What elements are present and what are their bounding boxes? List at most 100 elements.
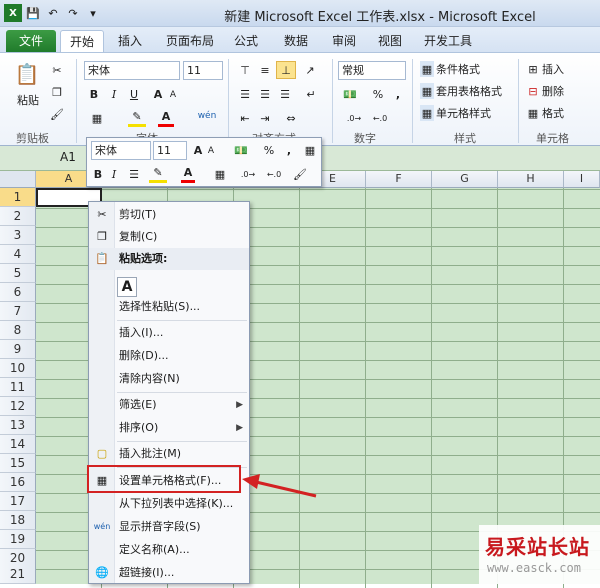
menu-item-cut[interactable]: ✂ 剪切(T) [89, 204, 249, 226]
row-header[interactable]: 13 [0, 416, 36, 435]
menu-item-show-phonetic[interactable]: wén 显示拼音字段(S) [89, 516, 249, 538]
row-header[interactable]: 12 [0, 397, 36, 416]
row-header[interactable]: 11 [0, 378, 36, 397]
mini-center-icon[interactable]: ☰ [125, 165, 143, 183]
mini-grow-font-button[interactable]: A [191, 141, 205, 159]
row-header[interactable]: 14 [0, 435, 36, 454]
phonetic-guide-button[interactable]: wén [196, 107, 218, 125]
align-top-icon[interactable]: ⊤ [236, 61, 254, 79]
mini-format-painter-icon[interactable]: 🖌 [291, 165, 309, 183]
column-header-h[interactable]: H [498, 171, 564, 188]
mini-font-size-combo[interactable]: 11 [153, 141, 187, 160]
tab-page-layout[interactable]: 页面布局 [160, 30, 220, 53]
bold-button[interactable]: B [86, 85, 102, 103]
mini-bold-button[interactable]: B [91, 165, 105, 183]
menu-item-insert-comment[interactable]: ▢ 插入批注(M) [89, 443, 249, 465]
fill-color-icon[interactable]: ✎ [128, 109, 146, 127]
row-header[interactable]: 19 [0, 530, 36, 549]
menu-item-copy[interactable]: ❐ 复制(C) [89, 226, 249, 248]
mini-fill-color-icon[interactable]: ✎ [149, 165, 167, 183]
menu-item-clear-contents[interactable]: 清除内容(N) [89, 368, 249, 390]
tab-insert[interactable]: 插入 [112, 30, 148, 53]
menu-item-sort[interactable]: 排序(O) ▶ [89, 417, 249, 439]
row-header[interactable]: 8 [0, 321, 36, 340]
mini-italic-button[interactable]: I [107, 165, 121, 183]
mini-font-color-button[interactable]: A [181, 165, 195, 183]
column-header-f[interactable]: F [366, 171, 432, 188]
mini-decrease-decimal-icon[interactable]: ←.0 [263, 165, 285, 183]
italic-button[interactable]: I [106, 85, 122, 103]
row-header[interactable]: 1 [0, 188, 36, 207]
number-format-combo[interactable]: 常规 [338, 61, 406, 80]
row-header[interactable]: 7 [0, 302, 36, 321]
align-left-icon[interactable]: ☰ [236, 85, 254, 103]
paste-icon[interactable]: 📋 [12, 59, 42, 89]
format-painter-icon[interactable]: 🖌 [48, 105, 66, 123]
column-header-i[interactable]: I [564, 171, 600, 188]
align-middle-icon[interactable]: ≡ [256, 61, 274, 79]
percent-button[interactable]: % [370, 85, 386, 103]
menu-item-delete[interactable]: 删除(D)... [89, 345, 249, 367]
wrap-text-icon[interactable]: ↵ [302, 85, 320, 103]
underline-button[interactable]: U [126, 85, 142, 103]
row-header[interactable]: 21 [0, 565, 36, 584]
select-all-corner[interactable] [0, 171, 36, 188]
tab-developer[interactable]: 开发工具 [420, 30, 476, 53]
tab-view[interactable]: 视图 [372, 30, 408, 53]
row-header[interactable]: 16 [0, 473, 36, 492]
insert-cells-button[interactable]: 插入 [542, 61, 582, 77]
row-header[interactable]: 10 [0, 359, 36, 378]
menu-item-define-name[interactable]: 定义名称(A)... [89, 539, 249, 561]
mini-currency-icon[interactable]: 💵 [231, 141, 251, 159]
table-format-button[interactable]: 套用表格格式 [436, 83, 512, 99]
menu-item-hyperlink[interactable]: 🌐 超链接(I)... [89, 562, 249, 584]
tab-formulas[interactable]: 公式 [228, 30, 264, 53]
delete-cells-button[interactable]: 删除 [542, 83, 582, 99]
menu-item-pick-from-list[interactable]: 从下拉列表中选择(K)... [89, 493, 249, 515]
align-center-icon[interactable]: ☰ [256, 85, 274, 103]
decrease-decimal-icon[interactable]: ←.0 [370, 109, 390, 127]
currency-icon[interactable]: 💵 [340, 85, 360, 103]
font-name-combo[interactable]: 宋体 [84, 61, 180, 80]
font-size-combo[interactable]: 11 [183, 61, 223, 80]
font-color-button[interactable]: A [158, 109, 174, 127]
decrease-indent-icon[interactable]: ⇤ [236, 109, 254, 127]
increase-decimal-icon[interactable]: .0→ [344, 109, 364, 127]
column-header-g[interactable]: G [432, 171, 498, 188]
increase-indent-icon[interactable]: ⇥ [256, 109, 274, 127]
row-header[interactable]: 17 [0, 492, 36, 511]
tab-file[interactable]: 文件 [6, 30, 56, 53]
row-header[interactable]: 15 [0, 454, 36, 473]
tab-home[interactable]: 开始 [60, 30, 104, 53]
row-header[interactable]: 2 [0, 207, 36, 226]
format-cells-button[interactable]: 格式 [542, 105, 582, 121]
row-header[interactable]: 6 [0, 283, 36, 302]
tab-data[interactable]: 数据 [278, 30, 314, 53]
mini-borders-icon[interactable]: ▦ [211, 165, 229, 183]
paste-option-a[interactable]: A [117, 277, 137, 297]
comma-button[interactable]: , [392, 85, 404, 103]
borders-icon[interactable]: ▦ [88, 109, 106, 127]
mini-font-name-combo[interactable]: 宋体 [91, 141, 151, 160]
menu-item-filter[interactable]: 筛选(E) ▶ [89, 394, 249, 416]
mini-comma-button[interactable]: , [283, 141, 295, 159]
mini-merge-icon[interactable]: ▦ [301, 141, 319, 159]
paste-button[interactable]: 粘贴 [14, 93, 42, 107]
orientation-icon[interactable]: ↗ [300, 61, 320, 79]
row-header[interactable]: 4 [0, 245, 36, 264]
menu-item-paste-special[interactable]: 选择性粘贴(S)... [89, 296, 249, 318]
mini-percent-button[interactable]: % [261, 141, 277, 159]
mini-increase-decimal-icon[interactable]: .0→ [237, 165, 259, 183]
tab-review[interactable]: 审阅 [326, 30, 362, 53]
row-header[interactable]: 18 [0, 511, 36, 530]
conditional-format-button[interactable]: 条件格式 [436, 61, 496, 77]
row-header[interactable]: 5 [0, 264, 36, 283]
grow-font-button[interactable]: A [150, 85, 166, 103]
merge-center-icon[interactable]: ⇔ [280, 109, 302, 127]
cut-icon[interactable]: ✂ [48, 61, 66, 79]
shrink-font-button[interactable]: A [166, 87, 180, 103]
name-box[interactable]: A1 [60, 150, 76, 164]
mini-shrink-font-button[interactable]: A [205, 143, 217, 159]
cell-style-button[interactable]: 单元格样式 [436, 105, 506, 121]
row-header[interactable]: 9 [0, 340, 36, 359]
